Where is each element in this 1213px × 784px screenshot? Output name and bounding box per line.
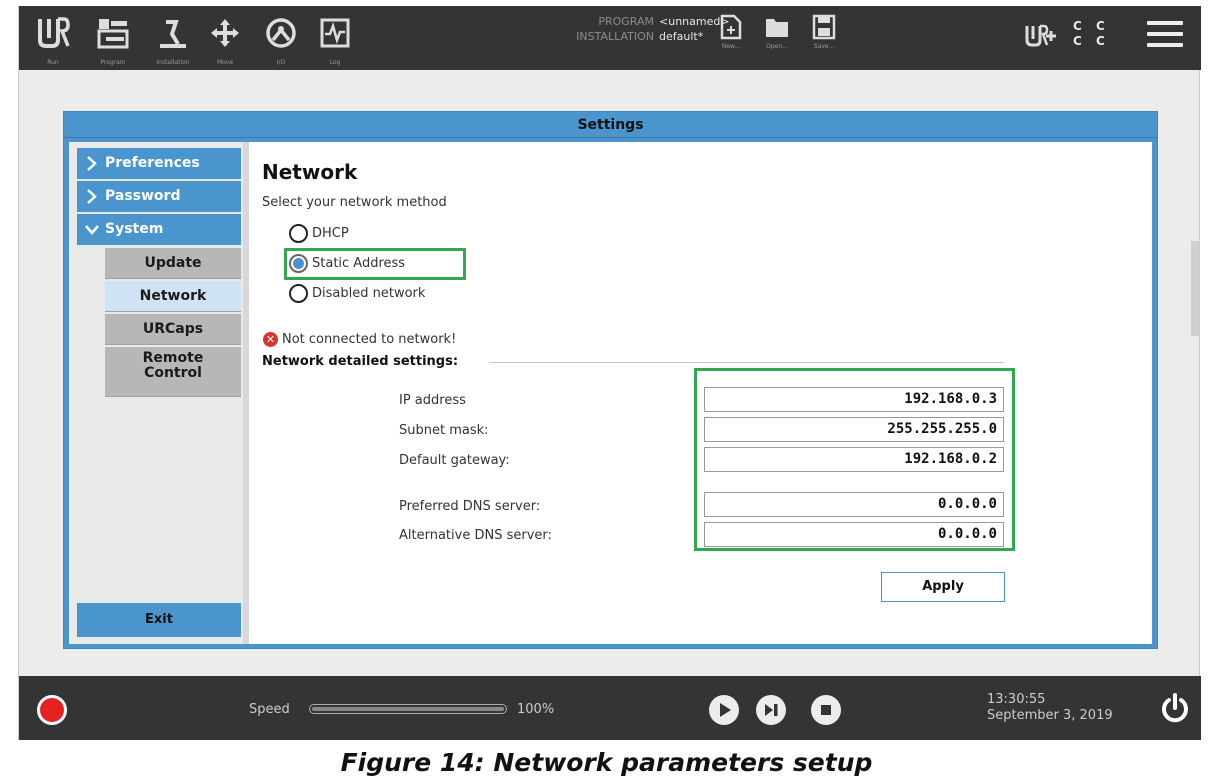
radio-disabled-network-indicator[interactable] [289,284,308,303]
clock-date: September 3, 2019 [987,708,1113,723]
connection-status: ✕ Not connected to network! [263,332,456,347]
stop-icon [821,705,831,715]
speed-value: 100% [517,702,555,717]
page-title: Network [262,160,358,184]
program-tab-label: Program [100,59,126,66]
log-tab[interactable]: Log [307,10,363,68]
io-tab[interactable]: I/O [253,10,309,68]
fields-highlight [694,368,1015,551]
figure-caption: Figure 14: Network parameters setup [340,748,873,777]
run-tab-label: Run [47,59,59,66]
open-button-label: Open... [766,43,788,50]
radio-disabled-network-label: Disabled network [312,286,426,301]
top-bar: Run Program Installation Move I/O Log PR… [19,6,1201,70]
move-tab[interactable]: Move [197,10,253,68]
ur-logo-icon [38,17,70,48]
apply-button[interactable]: Apply [881,572,1005,602]
move-icon [211,19,239,47]
open-folder-icon [766,19,788,37]
nav-system-label: System [105,221,164,237]
nav-preferences-label: Preferences [105,155,200,171]
program-icon [97,19,129,49]
new-file-icon [720,14,742,40]
chevron-right-icon [87,189,97,204]
chevron-right-icon [87,156,97,171]
installation-tab[interactable]: Installation [145,10,201,68]
static-address-highlight [284,248,466,280]
speed-label: Speed [249,702,290,717]
robot-screen: Run Program Installation Move I/O Log PR… [18,6,1201,740]
robot-status-button[interactable] [37,695,67,725]
subnav-network[interactable]: Network [105,281,241,312]
urcap-plus-icon[interactable] [1024,23,1056,49]
clock-time: 13:30:55 [987,692,1046,707]
log-icon [320,18,350,48]
exit-button[interactable]: Exit [77,603,241,637]
program-tab[interactable]: Program [85,10,141,68]
save-button-label: Save... [813,43,835,50]
installation-label: INSTALLATION [576,30,654,43]
new-button-label: New... [721,43,741,50]
stop-button[interactable] [811,695,841,725]
nav-system[interactable]: System [77,214,241,245]
network-method-prompt: Select your network method [262,195,447,210]
subnav-update[interactable]: Update [105,248,241,279]
program-label: PROGRAM [598,15,654,28]
scrollbar[interactable] [1191,241,1199,336]
radio-dhcp-label: DHCP [312,226,349,241]
settings-title: Settings [64,112,1157,138]
subnav-remote-control[interactable]: Remote Control [105,347,241,397]
open-button[interactable]: Open... [757,14,797,64]
subnet-mask-label: Subnet mask: [399,423,489,438]
play-button[interactable] [709,695,739,725]
radio-dhcp[interactable]: DHCP [289,224,349,244]
new-button[interactable]: New... [711,14,751,64]
hamburger-menu-icon[interactable] [1147,21,1183,53]
preferred-dns-label: Preferred DNS server: [399,499,541,514]
subnav-urcaps[interactable]: URCaps [105,314,241,345]
section-divider [489,362,1004,363]
alternative-dns-label: Alternative DNS server: [399,528,552,543]
installation-icon [160,20,186,48]
nav-password[interactable]: Password [77,181,241,212]
radio-disabled-network[interactable]: Disabled network [289,284,425,304]
settings-dialog: Settings Preferences Password System Upd… [63,111,1158,649]
radio-dhcp-indicator[interactable] [289,224,308,243]
io-icon [266,18,296,48]
step-button[interactable] [756,695,786,725]
bottom-bar: Speed 100% 13:30:55 September 3, 2019 [19,676,1201,740]
network-panel: Network Select your network method DHCP … [249,142,1152,644]
save-button[interactable]: Save... [804,14,844,64]
subnav-remote-control-label: Remote Control [142,350,204,381]
run-tab[interactable]: Run [25,10,81,68]
nav-password-label: Password [105,188,181,204]
connection-status-text: Not connected to network! [282,332,457,347]
step-icon [765,704,778,716]
speed-slider[interactable] [309,704,507,714]
default-gateway-label: Default gateway: [399,453,510,468]
section-title: Network detailed settings: [262,354,459,369]
settings-sidebar: Preferences Password System Update Netwo… [69,142,243,644]
clock: 13:30:55 September 3, 2019 [987,692,1113,724]
nav-preferences[interactable]: Preferences [77,148,241,179]
save-icon [812,14,836,40]
installation-tab-label: Installation [156,59,190,66]
cc-indicator: C C C C [1073,19,1110,48]
log-tab-label: Log [329,59,341,66]
play-icon [720,703,731,717]
power-icon[interactable] [1159,692,1191,724]
ip-address-label: IP address [399,393,466,408]
move-tab-label: Move [216,59,234,66]
error-icon: ✕ [263,332,278,347]
chevron-down-icon [85,225,99,235]
speed-slider-fill [312,707,504,711]
program-installation-labels: PROGRAM INSTALLATION [514,14,654,44]
io-tab-label: I/O [276,59,286,66]
